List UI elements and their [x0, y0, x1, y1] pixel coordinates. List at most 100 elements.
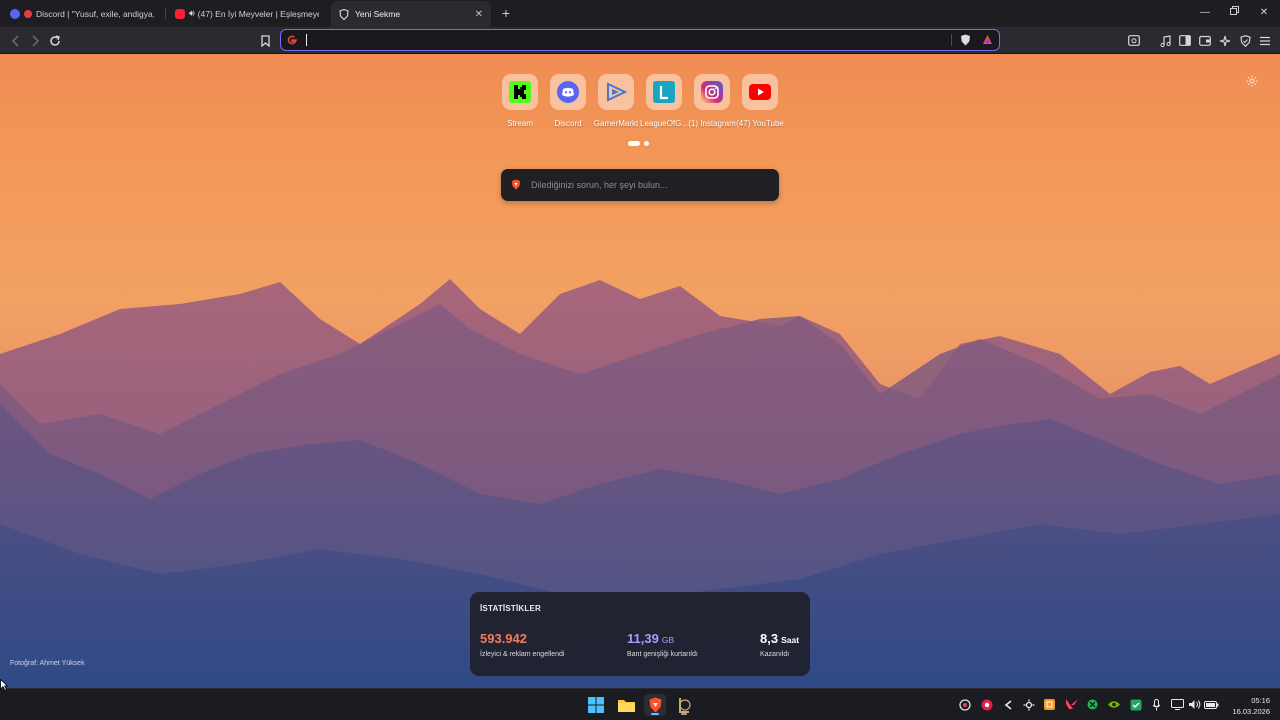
stat-value: 11,39 — [627, 631, 659, 646]
stat-value: 593.942 — [480, 631, 527, 646]
tray-recorder-icon[interactable] — [980, 698, 993, 711]
discord-icon — [557, 81, 579, 103]
tab-youtube[interactable]: 🔊︎ (47) En İyi Meyveler | Eşleşmeye B — [167, 2, 327, 25]
wallet-button[interactable] — [1196, 32, 1214, 49]
folder-icon — [617, 700, 635, 712]
photo-credit[interactable]: Fotoğraf: Ahmet Yüksek — [10, 660, 85, 667]
taskbar-league-client[interactable] — [673, 694, 695, 716]
tab-search-icon — [1128, 35, 1140, 46]
leo-ai-button[interactable] — [1216, 32, 1234, 49]
sidebar-icon — [1179, 35, 1191, 46]
menu-button[interactable] — [1256, 32, 1274, 49]
taskbar-file-explorer[interactable] — [615, 694, 637, 716]
stats-title: İSTATİSTİKLER — [480, 604, 541, 613]
tab-new-tab[interactable]: Yeni Sekme ✕ — [331, 1, 491, 27]
top-sites: Stream Discord GamerMarkt LeagueOfG... (… — [496, 74, 786, 136]
media-button[interactable] — [1156, 32, 1174, 49]
top-site-stream[interactable]: Stream — [496, 74, 544, 128]
tray-orange-app-icon[interactable] — [1043, 698, 1056, 711]
tray-app-icon[interactable] — [1001, 698, 1014, 711]
tray-network-icon[interactable] — [1171, 698, 1184, 711]
taskbar-brave[interactable] — [644, 694, 666, 716]
search-box[interactable] — [501, 169, 779, 201]
brave-shield-icon — [339, 8, 349, 20]
brave-icon — [649, 697, 661, 713]
page-dot[interactable] — [644, 141, 649, 146]
tab-discord[interactable]: Discord | "Yusuf, exile, andigya, J — [2, 2, 162, 25]
stat-description: Bant genişliği kurtarıldı — [627, 651, 698, 658]
stats-widget: İSTATİSTİKLER 593.942 İzleyici & reklam … — [470, 592, 810, 676]
top-site-label: (47) YouTube — [736, 119, 784, 128]
taskbar-clock[interactable]: 05:16 16.03.2026 — [1226, 695, 1270, 717]
forward-arrow-icon — [31, 34, 39, 47]
sparkle-icon — [1219, 35, 1231, 46]
top-site-gamermarkt[interactable]: GamerMarkt — [592, 74, 640, 128]
youtube-icon — [749, 84, 771, 100]
restore-button[interactable] — [1226, 6, 1242, 20]
wallet-icon — [1199, 35, 1211, 46]
brave-rewards-icon[interactable] — [982, 34, 993, 45]
music-note-icon — [1160, 34, 1171, 47]
top-site-instagram[interactable]: (1) Instagram — [688, 74, 736, 128]
close-tab-icon[interactable]: ✕ — [475, 9, 483, 20]
top-site-label: Stream — [507, 119, 533, 128]
minimize-button[interactable]: — — [1197, 6, 1213, 20]
brave-shields-icon[interactable] — [960, 34, 971, 46]
address-input[interactable] — [305, 32, 945, 48]
text-caret — [306, 34, 307, 46]
stat-time-saved: 8,3 Saat Kazanıldı — [760, 630, 799, 658]
search-input[interactable] — [531, 177, 767, 193]
stat-value: 8,3 — [760, 631, 779, 646]
youtube-icon — [175, 8, 185, 19]
page-dot-active[interactable] — [628, 141, 640, 146]
tab-label: Discord | "Yusuf, exile, andigya, J — [36, 8, 154, 19]
tray-xbox-icon[interactable] — [1086, 698, 1099, 711]
back-button[interactable] — [6, 32, 24, 49]
top-site-label: Discord — [554, 119, 582, 128]
top-site-discord[interactable]: Discord — [544, 74, 592, 128]
new-tab-button[interactable]: + — [498, 5, 514, 21]
top-site-label: LeagueOfG... — [640, 119, 688, 128]
start-button[interactable] — [585, 694, 607, 716]
mouse-cursor-icon — [0, 679, 8, 691]
tray-defender-icon[interactable] — [1129, 698, 1142, 711]
reload-button[interactable] — [46, 32, 64, 49]
address-bar[interactable] — [280, 29, 1000, 51]
tray-settings-icon[interactable] — [1022, 698, 1035, 711]
kick-icon — [509, 81, 531, 103]
hamburger-icon — [1260, 36, 1270, 45]
shield-icon — [1239, 34, 1251, 47]
stat-bandwidth-saved: 11,39 GB Bant genişliği kurtarıldı — [627, 630, 698, 658]
instagram-icon — [701, 81, 723, 103]
gear-icon[interactable] — [1245, 74, 1259, 88]
tray-nvidia-icon[interactable] — [1107, 698, 1120, 711]
new-tab-page: Stream Discord GamerMarkt LeagueOfG... (… — [0, 54, 1280, 688]
bookmark-icon — [260, 34, 270, 47]
tray-steelseries-icon[interactable] — [958, 698, 971, 711]
top-site-league[interactable]: LeagueOfG... — [640, 74, 688, 128]
stat-unit: GB — [661, 635, 675, 645]
restore-icon — [1229, 6, 1239, 15]
tray-valorant-icon[interactable] — [1065, 698, 1078, 711]
sidebar-button[interactable] — [1176, 32, 1194, 49]
tab-label: Yeni Sekme — [355, 9, 401, 19]
forward-button[interactable] — [26, 32, 44, 49]
tray-microphone-icon[interactable] — [1150, 698, 1163, 711]
close-window-button[interactable]: ✕ — [1256, 6, 1272, 20]
windows-icon — [588, 697, 604, 713]
tab-search-button[interactable] — [1125, 32, 1143, 49]
stat-description: İzleyici & reklam engellendi — [480, 651, 565, 658]
league-client-icon — [679, 698, 691, 713]
brave-lion-icon — [512, 179, 520, 190]
top-site-label: (1) Instagram — [688, 119, 736, 128]
bookmark-button[interactable] — [256, 32, 274, 49]
gamermarkt-icon — [607, 82, 627, 102]
tray-volume-icon[interactable] — [1188, 698, 1201, 711]
stat-trackers-blocked: 593.942 İzleyici & reklam engellendi — [480, 630, 564, 658]
tray-battery-icon[interactable] — [1204, 698, 1219, 711]
reload-icon — [50, 34, 60, 46]
league-icon — [653, 81, 675, 103]
vpn-button[interactable] — [1236, 32, 1254, 49]
top-site-label: GamerMarkt — [593, 119, 639, 128]
top-site-youtube[interactable]: (47) YouTube — [736, 74, 784, 128]
